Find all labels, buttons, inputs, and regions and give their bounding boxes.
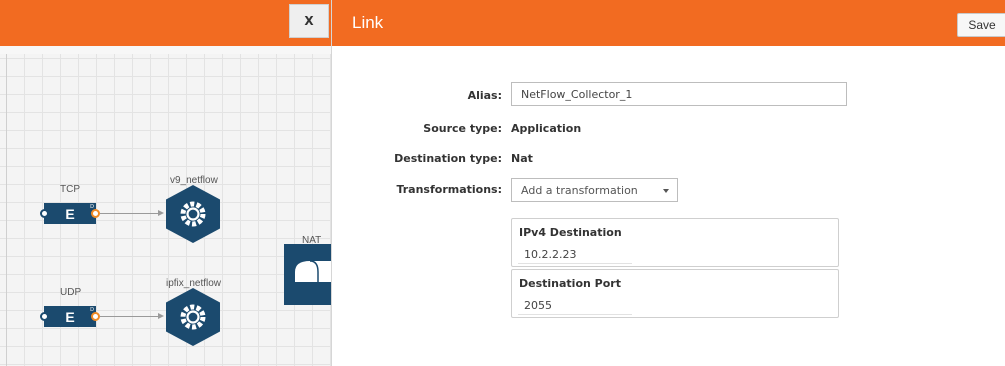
- tcp-node-label: TCP: [60, 184, 80, 195]
- link-editor-screen: X TCP E D v9_netflow NAT UDP E D ipfix_n…: [0, 0, 1005, 366]
- ipv4-destination-value[interactable]: 10.2.2.23: [524, 248, 576, 261]
- alias-label: Alias:: [467, 89, 502, 102]
- v9-netflow-app-node[interactable]: [166, 185, 220, 243]
- source-type-value: Application: [511, 122, 582, 135]
- connector-e-icon: E: [65, 308, 75, 325]
- transformations-label: Transformations:: [396, 183, 502, 196]
- edge-arrow-icon: [158, 313, 164, 319]
- transformation-select-text: Add a transformation: [521, 183, 638, 197]
- udp-input-port[interactable]: [40, 312, 49, 321]
- udp-node-label: UDP: [60, 287, 82, 298]
- value-underline: [518, 263, 632, 264]
- transformation-card-ipv4-destination[interactable]: IPv4 Destination 10.2.2.23: [511, 218, 839, 267]
- destination-port-value[interactable]: 2055: [524, 299, 552, 312]
- destination-type-value: Nat: [511, 152, 533, 165]
- value-underline: [518, 314, 632, 315]
- udp-output-port[interactable]: [91, 312, 100, 321]
- ipfix-netflow-app-node[interactable]: [166, 288, 220, 346]
- save-button[interactable]: Save: [957, 13, 1005, 37]
- transformation-title: Destination Port: [519, 277, 621, 290]
- udp-to-ipfix-edge[interactable]: [100, 316, 158, 317]
- connector-e-icon: E: [65, 205, 75, 222]
- tcp-connector-node[interactable]: E D: [44, 203, 96, 224]
- close-button[interactable]: X: [289, 4, 329, 38]
- udp-connector-node[interactable]: E D: [44, 306, 96, 327]
- panel-title: Link: [352, 13, 384, 32]
- canvas-toolbar-strip: [0, 46, 331, 54]
- transformation-select[interactable]: Add a transformation: [511, 178, 678, 202]
- destination-type-label: Destination type:: [394, 152, 502, 165]
- canvas-header-bar: [0, 0, 331, 46]
- tcp-output-port[interactable]: [91, 209, 100, 218]
- chevron-down-icon: [663, 189, 669, 193]
- canvas-divider: [6, 54, 7, 366]
- nat-node[interactable]: [284, 244, 331, 305]
- panel-header: Link Save: [332, 0, 1005, 46]
- source-type-label: Source type:: [423, 122, 502, 135]
- nat-tunnel-icon: [295, 260, 331, 282]
- alias-input[interactable]: [511, 82, 847, 106]
- transformation-title: IPv4 Destination: [519, 226, 622, 239]
- tcp-to-v9-edge[interactable]: [100, 213, 158, 214]
- transformation-card-destination-port[interactable]: Destination Port 2055: [511, 269, 839, 318]
- tcp-input-port[interactable]: [40, 209, 49, 218]
- edge-arrow-icon: [158, 210, 164, 216]
- link-properties-panel: Link Save Alias: Source type: Applicatio…: [331, 0, 1005, 366]
- topology-canvas[interactable]: X TCP E D v9_netflow NAT UDP E D ipfix_n…: [0, 0, 331, 366]
